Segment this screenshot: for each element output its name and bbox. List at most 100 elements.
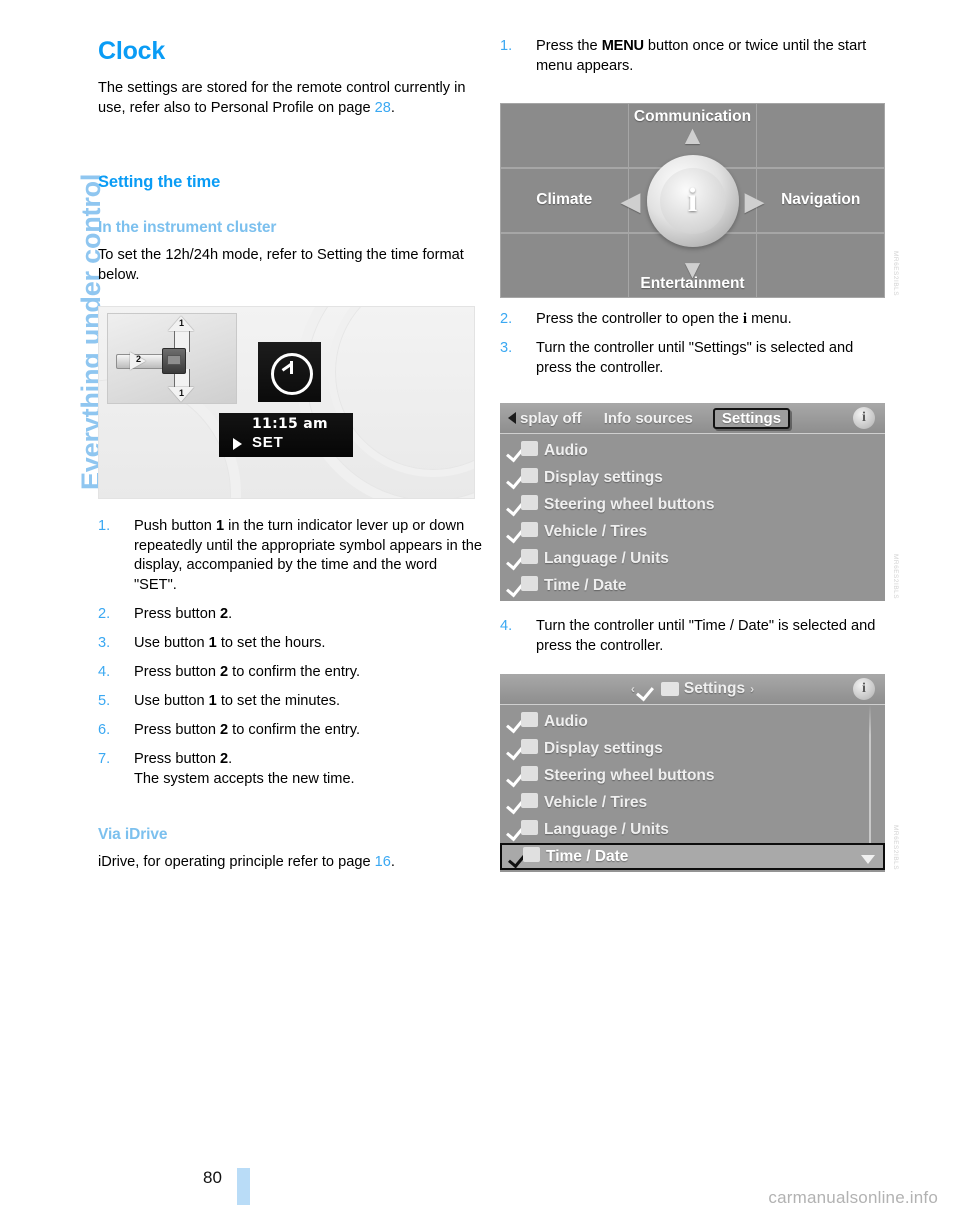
figure-instrument-cluster: 2 1 1 11:15 am SET MY07BC70M (98, 306, 475, 499)
intro-text-before: The settings are stored for the remote c… (98, 80, 466, 116)
subsection-heading-instrument-cluster: In the instrument cluster (98, 219, 277, 236)
check-icon (510, 521, 538, 542)
start-cell-climate[interactable]: Climate (500, 167, 629, 234)
idrive-header-title: Settings (683, 680, 746, 697)
step-number: 4. (500, 618, 513, 634)
idrive-paragraph: iDrive, for operating principle refer to… (98, 853, 483, 873)
menu-item-icon (521, 521, 538, 537)
step-emphasis: 1 (208, 634, 217, 651)
intro-text-after: . (390, 99, 395, 116)
list-item-label: Steering wheel buttons (544, 766, 715, 784)
menu-item-icon (521, 792, 538, 808)
start-cell-navigation-label: Navigation (781, 191, 861, 209)
step-text: Press the MENU button once or twice unti… (536, 38, 866, 74)
list-item-label: Display settings (544, 739, 663, 757)
list-item[interactable]: Vehicle / Tires (500, 518, 885, 545)
header-arrow-left-icon[interactable]: ‹ (631, 682, 635, 696)
check-icon (512, 846, 540, 867)
step-text: Use button 1 to set the hours. (134, 635, 325, 651)
tab-settings[interactable]: Settings (712, 407, 791, 429)
callout-label-1-bottom: 1 (179, 388, 185, 398)
menu-item-icon (521, 765, 538, 781)
info-icon[interactable]: i (853, 678, 875, 700)
list-item-label: Vehicle / Tires (544, 793, 648, 811)
menu-item-icon (523, 846, 540, 862)
list-item[interactable]: Language / Units (500, 816, 885, 843)
info-icon[interactable]: i (853, 407, 875, 429)
list-item[interactable]: Time / Date (500, 572, 885, 599)
step-number: 6. (98, 722, 111, 739)
menu-button-keyword: MENU (601, 38, 644, 54)
list-item-label: Time / Date (546, 847, 629, 865)
step-item: 3. Turn the controller until "Settings" i… (500, 339, 885, 378)
subsection-paragraph: To set the 12h/24h mode, refer to Settin… (98, 247, 464, 283)
idrive-header-title-group: ‹ Settings › (631, 680, 754, 698)
left-step-list: 1. Push button 1 in the turn indicator le… (98, 517, 483, 799)
list-item[interactable]: Vehicle / Tires (500, 789, 885, 816)
tab-info-sources[interactable]: Info sources (604, 410, 693, 427)
info-i-icon: i (687, 181, 698, 219)
chevron-down-icon: ▼ (679, 253, 706, 284)
list-item[interactable]: Time / Date (500, 843, 885, 870)
manual-page: Everything under control Clock The setti… (0, 0, 960, 1220)
step-number: 1. (98, 518, 111, 534)
step-text-run: The system accepts the new time. (134, 770, 355, 787)
step-text-run: menu. (747, 311, 792, 327)
step-emphasis: 1 (208, 693, 217, 710)
step-text: Press button 2. (134, 606, 232, 622)
intro-page-ref[interactable]: 28 (375, 100, 391, 116)
start-cell-top-left (500, 103, 629, 169)
start-cell-climate-label: Climate (536, 191, 593, 209)
list-item[interactable]: Audio (500, 708, 885, 735)
figure-idrive-settings: splay off Info sources Settings i Audio D… (500, 403, 899, 601)
chevron-down-icon[interactable] (861, 855, 875, 864)
list-item[interactable]: Audio (500, 437, 885, 464)
list-item[interactable]: Display settings (500, 464, 885, 491)
page-number: 80 (203, 1168, 222, 1187)
arrow-left-icon[interactable] (508, 412, 516, 424)
step-text: Press the controller to open the i menu. (536, 311, 792, 327)
check-icon (510, 494, 538, 515)
list-item[interactable]: Language / Units (500, 545, 885, 572)
right-step-list-3: 4. Turn the controller until "Time / Date… (500, 617, 885, 666)
step-emphasis: 2 (220, 605, 229, 622)
chevron-right-icon: ▶ (744, 185, 765, 216)
figure-idrive-timedate: ‹ Settings › i Audio Display settings Stee… (500, 674, 899, 872)
step-item: 7. Press button 2. The system accepts the … (98, 750, 483, 789)
step-number: 3. (98, 634, 111, 651)
step-text-run: to set the hours. (216, 634, 326, 651)
list-item[interactable]: Steering wheel buttons (500, 491, 885, 518)
step-text-run: Push button (134, 518, 216, 534)
idrive-page-ref[interactable]: 16 (375, 854, 391, 870)
list-item[interactable]: Steering wheel buttons (500, 762, 885, 789)
step-item: 1. Press the MENU button once or twice un… (500, 37, 885, 76)
list-item-label: Audio (544, 712, 588, 730)
step-number: 4. (98, 664, 111, 681)
chevron-left-icon: ◀ (620, 185, 641, 216)
step-text-run: . (228, 605, 233, 622)
step-emphasis: 2 (220, 664, 229, 681)
step-text-run: Turn the controller until "Settings" is … (536, 340, 854, 376)
step-item: 4. Turn the controller until "Time / Date… (500, 617, 885, 656)
list-item[interactable]: Display settings (500, 735, 885, 762)
step-emphasis: 2 (220, 751, 229, 768)
step-text: Turn the controller until "Settings" is … (536, 340, 853, 376)
step-number: 2. (98, 605, 111, 622)
step-text-run: . (228, 751, 233, 768)
check-icon (510, 792, 538, 813)
start-cell-navigation[interactable]: Navigation (756, 167, 885, 234)
intro-paragraph: The settings are stored for the remote c… (98, 79, 483, 118)
step-item: 1. Push button 1 in the turn indicator le… (98, 517, 483, 595)
step-item: 2. Press the controller to open the i men… (500, 310, 885, 330)
lever-button-cluster (162, 348, 186, 374)
figure-idrive-start-menu: Communication Climate Navigation Enterta… (500, 103, 899, 298)
idrive-controller-knob[interactable]: ▲ ▼ ◀ ▶ i (621, 122, 765, 282)
step-text: Press button 2 to confirm the entry. (134, 664, 360, 680)
menu-item-icon (521, 738, 538, 754)
step-item: 5. Use button 1 to set the minutes. (98, 692, 483, 712)
tab-display-off[interactable]: splay off (520, 410, 582, 427)
menu-item-icon (521, 494, 538, 510)
header-arrow-right-icon[interactable]: › (750, 682, 754, 696)
check-icon (640, 680, 666, 698)
idrive-header-bar: ‹ Settings › i (500, 674, 885, 705)
